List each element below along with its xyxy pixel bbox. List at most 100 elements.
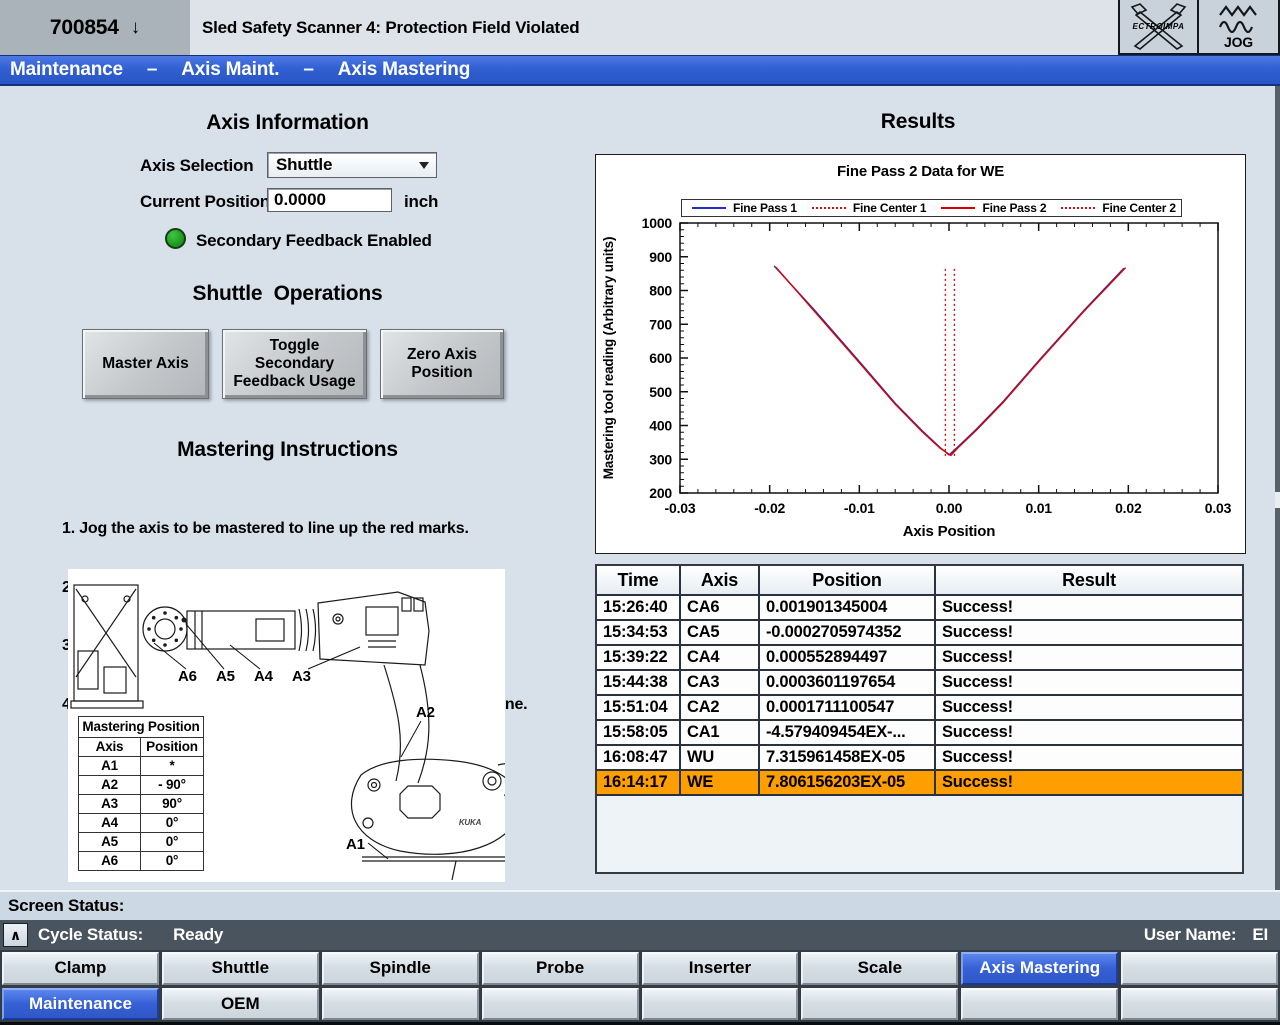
table-row[interactable]: 15:51:04CA20.0001711100547Success! bbox=[597, 696, 1242, 721]
collapse-panel-button[interactable]: ∧ bbox=[3, 923, 28, 947]
axis-selection-dropdown[interactable]: Shuttle bbox=[267, 152, 437, 178]
robot-diagram-panel: A1A2A3A4A5A6 KUKA Mastering PositionAxis… bbox=[68, 569, 505, 882]
alarm-dropdown-arrow-icon[interactable]: ↓ bbox=[131, 17, 140, 39]
breadcrumb-maintenance[interactable]: Maintenance bbox=[10, 59, 123, 81]
nav-scale[interactable]: Scale bbox=[801, 952, 958, 985]
axis-selection-value: Shuttle bbox=[276, 155, 332, 175]
svg-text:-0.01: -0.01 bbox=[844, 500, 875, 516]
svg-text:Axis Position: Axis Position bbox=[903, 523, 995, 540]
scrollbar-track[interactable] bbox=[1275, 86, 1280, 890]
axis-information-title: Axis Information bbox=[120, 111, 455, 135]
legend-item: Fine Pass 2 bbox=[932, 200, 1057, 216]
breadcrumb-axis-maint[interactable]: Axis Maint. bbox=[181, 59, 279, 81]
current-position-input[interactable] bbox=[267, 188, 392, 212]
axis-label-a6: A6 bbox=[178, 668, 197, 685]
svg-text:600: 600 bbox=[649, 350, 672, 366]
screen-status-bar: Screen Status: bbox=[0, 890, 1280, 920]
toggle-secondary-feedback-usage-button[interactable]: Toggle SecondaryFeedback Usage bbox=[222, 329, 367, 399]
operations-title: Shuttle Operations bbox=[120, 282, 455, 306]
column-header-result: Result bbox=[936, 566, 1242, 594]
nav-clamp[interactable]: Clamp bbox=[2, 952, 159, 985]
jog-button[interactable]: JOG bbox=[1199, 0, 1280, 55]
nav-empty[interactable] bbox=[322, 988, 479, 1021]
nav-empty[interactable] bbox=[1121, 988, 1278, 1021]
jog-label: JOG bbox=[1224, 34, 1253, 50]
alarm-number-tab[interactable]: 700854 ↓ bbox=[0, 0, 190, 55]
scrollbar-thumb[interactable] bbox=[1275, 492, 1280, 508]
chevron-up-icon: ∧ bbox=[10, 927, 21, 944]
main-content: Axis Information Axis Selection Shuttle … bbox=[0, 86, 1280, 890]
cycle-status-value: Ready bbox=[173, 925, 223, 945]
results-table: TimeAxisPositionResult 15:26:40CA60.0019… bbox=[595, 564, 1244, 874]
axis-label-a1: A1 bbox=[346, 836, 365, 853]
chart-legend: Fine Pass 1Fine Center 1Fine Pass 2Fine … bbox=[681, 199, 1182, 217]
nav-probe[interactable]: Probe bbox=[482, 952, 639, 985]
robot-brand-label: KUKA bbox=[459, 818, 482, 827]
alarm-bar: 700854 ↓ Sled Safety Scanner 4: Protecti… bbox=[0, 0, 1280, 55]
alarm-number: 700854 bbox=[50, 16, 119, 40]
nav-empty[interactable] bbox=[961, 988, 1118, 1021]
axis-label-a4: A4 bbox=[254, 668, 274, 685]
instructions-title: Mastering Instructions bbox=[95, 438, 480, 462]
nav-empty[interactable] bbox=[801, 988, 958, 1021]
svg-text:0.03: 0.03 bbox=[1205, 500, 1232, 516]
nav-axis-mastering[interactable]: Axis Mastering bbox=[961, 952, 1118, 985]
results-table-header: TimeAxisPositionResult bbox=[597, 566, 1242, 596]
nav-shuttle[interactable]: Shuttle bbox=[162, 952, 319, 985]
svg-text:-0.03: -0.03 bbox=[665, 500, 696, 516]
svg-text:300: 300 bbox=[649, 451, 672, 467]
svg-text:500: 500 bbox=[649, 384, 672, 400]
cycle-status-bar: ∧ Cycle Status: Ready User Name: EI bbox=[0, 920, 1280, 950]
svg-text:400: 400 bbox=[649, 418, 672, 434]
nav-inserter[interactable]: Inserter bbox=[642, 952, 799, 985]
column-header-axis: Axis bbox=[681, 566, 760, 594]
zero-axis-position-button[interactable]: Zero AxisPosition bbox=[380, 329, 504, 399]
mastering-position-table: Mastering PositionAxisPositionA1*A2- 90°… bbox=[78, 716, 204, 871]
table-row[interactable]: 15:39:22CA40.000552894497Success! bbox=[597, 646, 1242, 671]
svg-text:700: 700 bbox=[649, 316, 672, 332]
navigation-button-grid: ClampShuttleSpindleProbeInserterScaleAxi… bbox=[0, 950, 1280, 1022]
operation-buttons: Master AxisToggle SecondaryFeedback Usag… bbox=[82, 329, 504, 399]
secondary-feedback-label: Secondary Feedback Enabled bbox=[196, 231, 432, 251]
chevron-down-icon bbox=[419, 162, 429, 169]
svg-text:0.00: 0.00 bbox=[936, 500, 963, 516]
svg-text:0.01: 0.01 bbox=[1025, 500, 1052, 516]
table-row[interactable]: 15:44:38CA30.0003601197654Success! bbox=[597, 671, 1242, 696]
master-axis-button[interactable]: Master Axis bbox=[82, 329, 209, 399]
svg-text:900: 900 bbox=[649, 249, 672, 265]
nav-empty[interactable] bbox=[482, 988, 639, 1021]
breadcrumb-separator: – bbox=[147, 59, 157, 81]
nav-oem[interactable]: OEM bbox=[162, 988, 319, 1021]
column-header-position: Position bbox=[760, 566, 936, 594]
nav-empty[interactable] bbox=[1121, 952, 1278, 985]
nav-empty[interactable] bbox=[642, 988, 799, 1021]
table-row[interactable]: 16:08:47WU7.315961458EX-05Success! bbox=[597, 746, 1242, 771]
jog-waveform-icon bbox=[1214, 3, 1264, 33]
legend-item: Fine Center 2 bbox=[1056, 200, 1181, 216]
breadcrumb: Maintenance – Axis Maint. – Axis Masteri… bbox=[0, 55, 1280, 86]
results-chart-panel: -0.03-0.02-0.010.000.010.020.03200300400… bbox=[595, 154, 1246, 554]
column-header-time: Time bbox=[597, 566, 681, 594]
position-unit-label: inch bbox=[404, 192, 438, 212]
table-row[interactable]: 15:26:40CA60.001901345004Success! bbox=[597, 596, 1242, 621]
svg-text:-0.02: -0.02 bbox=[754, 500, 785, 516]
table-row[interactable]: 16:14:17WE7.806156203EX-05Success! bbox=[597, 771, 1242, 796]
nav-spindle[interactable]: Spindle bbox=[322, 952, 479, 985]
secondary-feedback-led bbox=[165, 228, 186, 249]
svg-text:Mastering tool reading (Arbitr: Mastering tool reading (Arbitrary units) bbox=[601, 237, 616, 480]
svg-text:200: 200 bbox=[649, 485, 672, 501]
svg-text:800: 800 bbox=[649, 283, 672, 299]
nav-maintenance[interactable]: Maintenance bbox=[2, 988, 159, 1021]
mastering-position-title: Mastering Position bbox=[79, 717, 203, 738]
axis-selection-label: Axis Selection bbox=[140, 156, 253, 176]
table-row[interactable]: 15:58:05CA1-4.579409454EX-...Success! bbox=[597, 721, 1242, 746]
electroimpact-logo-button[interactable]: ECTROIMPA bbox=[1118, 0, 1199, 55]
results-table-body: 15:26:40CA60.001901345004Success!15:34:5… bbox=[597, 596, 1242, 796]
legend-item: Fine Pass 1 bbox=[682, 200, 807, 216]
cycle-status-label: Cycle Status: bbox=[38, 925, 143, 945]
chart-title: Fine Pass 2 Data for WE bbox=[596, 163, 1245, 180]
axis-label-a2: A2 bbox=[416, 704, 435, 721]
breadcrumb-axis-mastering[interactable]: Axis Mastering bbox=[338, 59, 470, 81]
table-row[interactable]: 15:34:53CA5-0.0002705974352Success! bbox=[597, 621, 1242, 646]
screen-status-label: Screen Status: bbox=[8, 896, 124, 916]
